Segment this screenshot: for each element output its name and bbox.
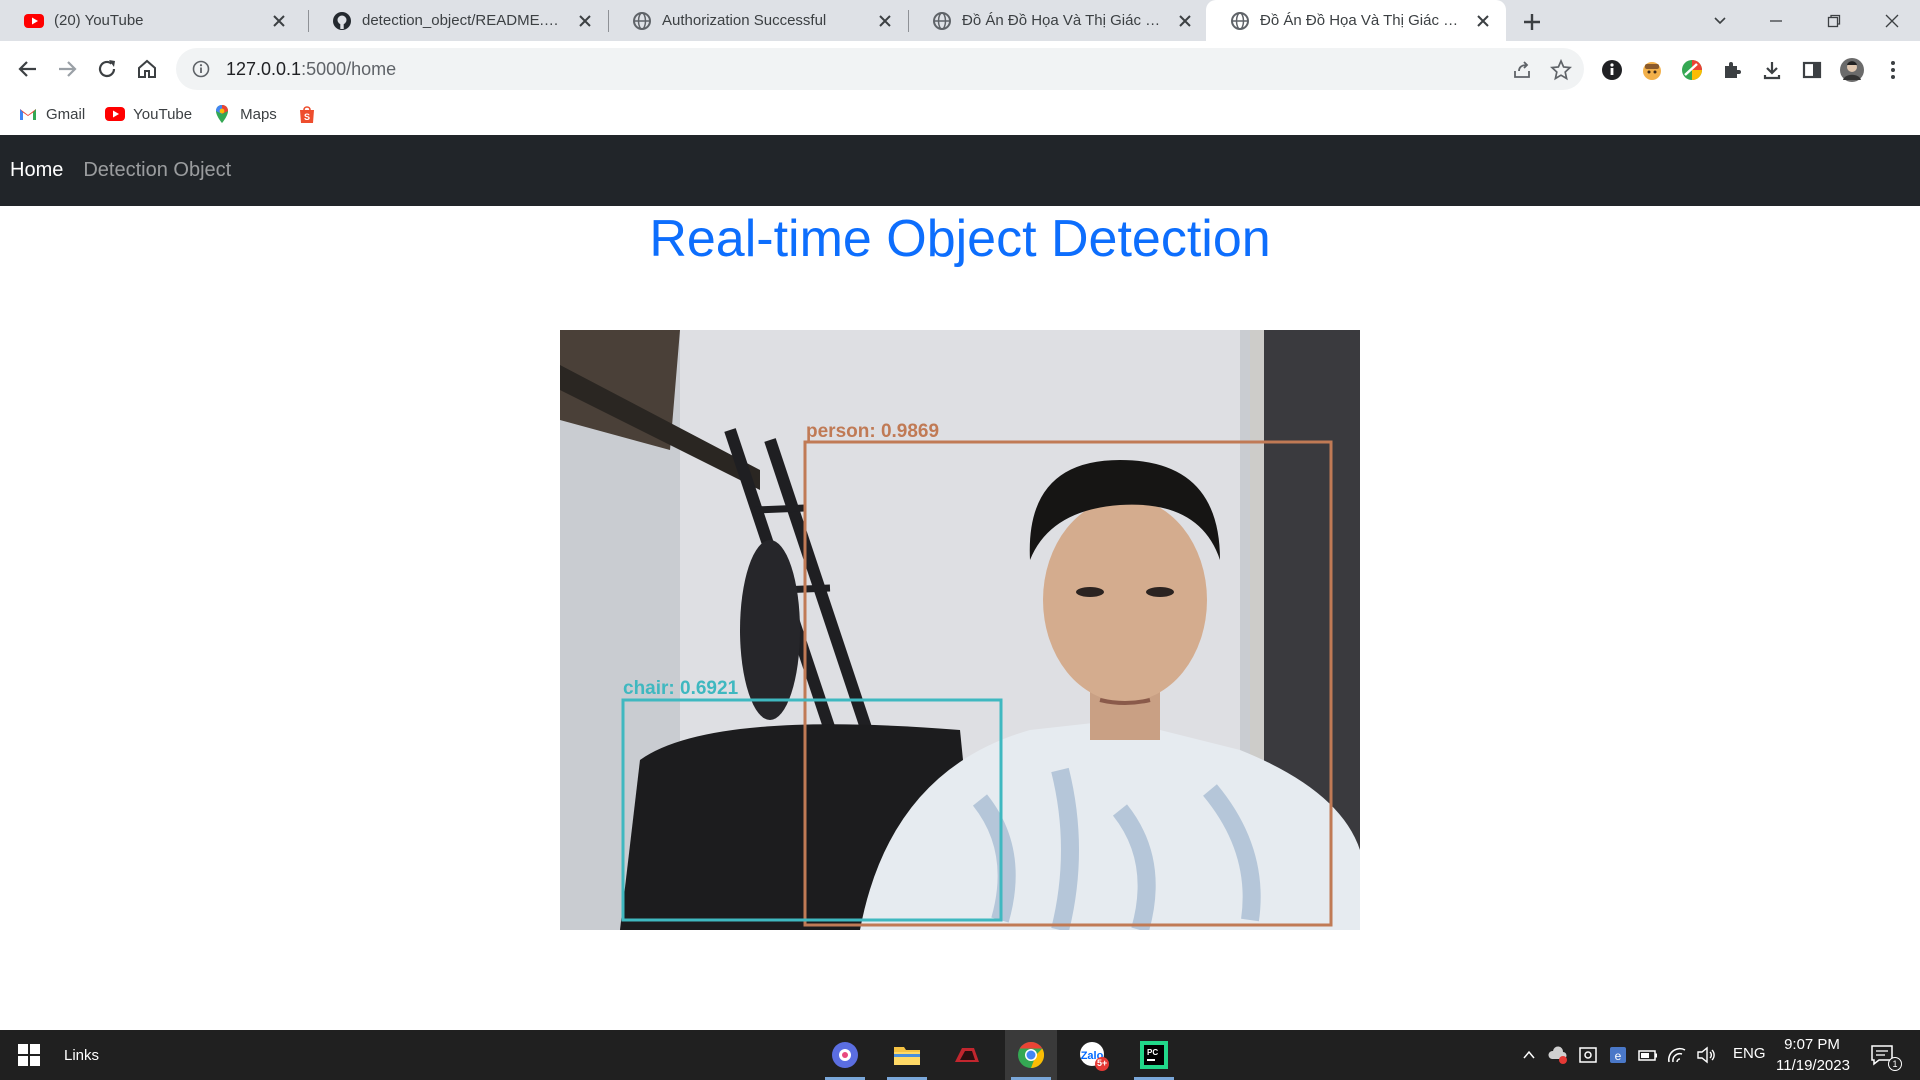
- taskbar-app-pycharm[interactable]: PC: [1128, 1030, 1180, 1080]
- tray-volume-icon[interactable]: [1694, 1043, 1718, 1067]
- extensions-puzzle-icon[interactable]: [1719, 57, 1745, 83]
- tab-title: Authorization Successful: [662, 12, 827, 29]
- taskbar-app-chrome[interactable]: [1005, 1030, 1057, 1080]
- home-button[interactable]: [131, 53, 163, 85]
- chair-detection-label: chair: 0.6921: [623, 678, 739, 699]
- download-icon[interactable]: [1759, 57, 1785, 83]
- globe-icon: [632, 11, 652, 31]
- person-detection-label: person: 0.9869: [806, 421, 939, 442]
- taskbar-app-camera[interactable]: [819, 1030, 871, 1080]
- reload-button[interactable]: [91, 53, 123, 85]
- bookmark-youtube[interactable]: YouTube: [105, 104, 192, 124]
- tab-title: Đồ Án Đồ Họa Và Thị Giác Máy Tính: [962, 12, 1168, 29]
- zalo-badge-count: 5+: [1097, 1058, 1108, 1068]
- bookmark-label: YouTube: [133, 105, 193, 123]
- url-path: :5000/home: [301, 58, 397, 79]
- youtube-icon: [105, 104, 126, 124]
- svg-text:e: e: [1615, 1049, 1622, 1063]
- close-window-button[interactable]: [1864, 0, 1920, 41]
- tray-app-icon[interactable]: e: [1606, 1043, 1630, 1067]
- taskbar-links-toolbar[interactable]: Links: [64, 1030, 99, 1080]
- tray-cloud-error-icon[interactable]: [1546, 1043, 1570, 1067]
- globe-icon: [932, 11, 952, 31]
- restore-button[interactable]: [1806, 0, 1862, 41]
- url-host: 127.0.0.1: [226, 58, 302, 79]
- tray-vpn-icon[interactable]: [1576, 1043, 1600, 1067]
- tab-title: Đồ Án Đồ Họa Và Thị Giác Máy Tính: [1260, 12, 1466, 29]
- browser-tab-strip: (20) YouTube detection_object/README.md …: [0, 0, 1920, 41]
- nav-link-home[interactable]: Home: [10, 159, 63, 182]
- gmail-icon: [18, 104, 38, 124]
- tray-clock[interactable]: 9:07 PM 11/19/2023: [1776, 1034, 1850, 1076]
- bookmark-star-icon[interactable]: [1550, 58, 1572, 81]
- site-info-icon[interactable]: [190, 58, 212, 80]
- site-navbar: Home Detection Object: [0, 135, 1920, 206]
- profile-avatar[interactable]: [1839, 57, 1865, 83]
- windows-start-button[interactable]: [18, 1044, 40, 1066]
- bookmark-maps[interactable]: Maps: [212, 104, 277, 124]
- bookmarks-bar: Gmail YouTube Maps S: [0, 96, 1920, 132]
- tab-search-button[interactable]: [1692, 0, 1748, 41]
- shopee-icon: S: [297, 104, 317, 124]
- close-tab-icon[interactable]: [1474, 12, 1492, 30]
- taskbar-app-game[interactable]: [941, 1030, 993, 1080]
- chrome-menu-icon[interactable]: [1880, 57, 1906, 83]
- address-bar[interactable]: 127.0.0.1:5000/home: [176, 48, 1584, 90]
- nav-link-detection-object[interactable]: Detection Object: [83, 159, 231, 182]
- close-tab-icon[interactable]: [576, 12, 594, 30]
- close-tab-icon[interactable]: [876, 12, 894, 30]
- extension-avatar-icon[interactable]: [1639, 57, 1665, 83]
- youtube-icon: [24, 11, 44, 31]
- svg-text:S: S: [304, 112, 310, 122]
- clock-date: 11/19/2023: [1776, 1057, 1850, 1074]
- notification-center-icon[interactable]: 1: [1868, 1043, 1902, 1071]
- bookmark-gmail[interactable]: Gmail: [18, 104, 85, 124]
- bookmark-label: Maps: [240, 105, 277, 123]
- notification-badge-count: 1: [1888, 1057, 1902, 1071]
- back-button[interactable]: [12, 53, 44, 85]
- extension-info-icon[interactable]: [1599, 57, 1625, 83]
- forward-button[interactable]: [51, 53, 83, 85]
- github-icon: [332, 11, 352, 31]
- maps-icon: [212, 104, 232, 124]
- svg-text:PC: PC: [1147, 1048, 1158, 1057]
- bookmark-shopee[interactable]: S: [297, 104, 325, 124]
- close-tab-icon[interactable]: [270, 12, 288, 30]
- page-title: Real-time Object Detection: [649, 210, 1271, 268]
- taskbar-app-file-explorer[interactable]: [881, 1030, 933, 1080]
- tab-authorization[interactable]: Authorization Successful: [608, 0, 908, 41]
- extension-color-icon[interactable]: [1679, 57, 1705, 83]
- tray-overflow-chevron-icon[interactable]: [1517, 1043, 1541, 1067]
- tray-wifi-icon[interactable]: [1665, 1043, 1689, 1067]
- side-panel-icon[interactable]: [1799, 57, 1825, 83]
- globe-icon: [1230, 11, 1250, 31]
- tab-do-an-active[interactable]: Đồ Án Đồ Họa Và Thị Giác Máy Tính: [1206, 0, 1506, 41]
- taskbar-app-zalo[interactable]: Zalo 5+: [1067, 1030, 1119, 1080]
- windows-taskbar: Links Zalo 5+ PC e ENG 9:07 PM 11/19/202…: [0, 1030, 1920, 1080]
- tray-language-indicator[interactable]: ENG: [1733, 1045, 1766, 1062]
- clock-time: 9:07 PM: [1784, 1036, 1840, 1053]
- minimize-button[interactable]: [1748, 0, 1804, 41]
- tray-battery-icon[interactable]: [1636, 1043, 1660, 1067]
- bookmark-label: Gmail: [46, 105, 86, 123]
- share-icon[interactable]: [1511, 59, 1533, 81]
- close-tab-icon[interactable]: [1176, 12, 1194, 30]
- tab-youtube[interactable]: (20) YouTube: [0, 0, 302, 41]
- tab-github-readme[interactable]: detection_object/README.md at: [308, 0, 608, 41]
- new-tab-button[interactable]: [1518, 8, 1546, 36]
- tab-title: (20) YouTube: [54, 12, 144, 29]
- tab-title: detection_object/README.md at: [362, 12, 568, 29]
- detection-video-feed: person: 0.9869 chair: 0.6921: [560, 330, 1360, 930]
- tab-do-an-1[interactable]: Đồ Án Đồ Họa Và Thị Giác Máy Tính: [908, 0, 1208, 41]
